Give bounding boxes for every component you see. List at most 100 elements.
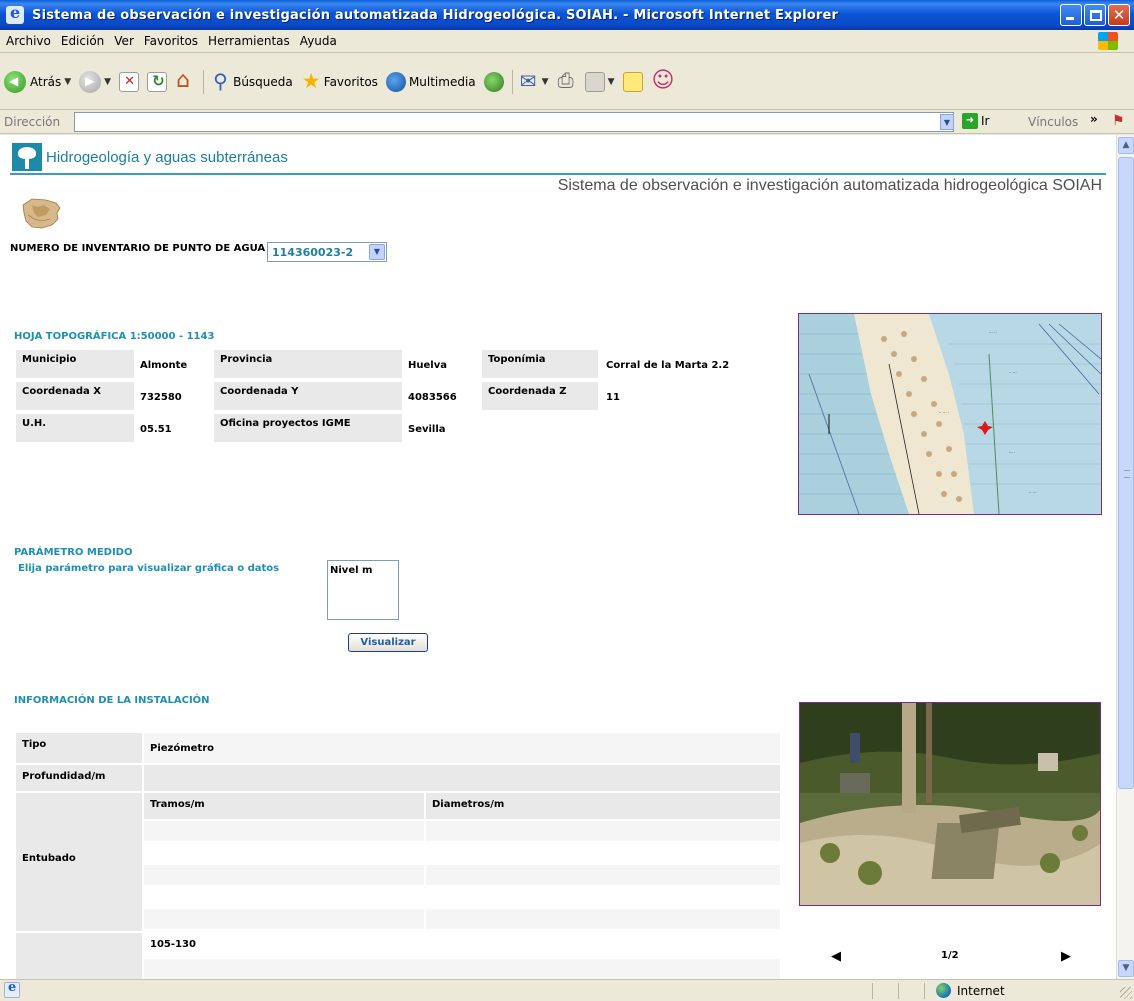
forward-button[interactable]: ▼ [79, 70, 111, 93]
visualize-button[interactable]: Visualizar [348, 633, 428, 652]
menu-favoritos[interactable]: Favoritos [144, 34, 198, 48]
maximize-button[interactable] [1084, 4, 1106, 26]
profundidad-label: Profundidad/m [16, 765, 142, 791]
minimize-icon [1066, 17, 1074, 20]
inventory-value: 114360023-2 [272, 245, 354, 259]
chevron-down-icon[interactable]: ▼ [542, 77, 549, 87]
chevron-right-icon[interactable]: » [1090, 112, 1098, 126]
spain-map-icon [22, 198, 61, 229]
minimize-button[interactable] [1060, 4, 1082, 26]
window-title: Sistema de observación e investigación a… [32, 7, 839, 23]
installation-photo[interactable] [799, 702, 1101, 906]
forward-arrow-icon [79, 70, 102, 93]
chevron-down-icon[interactable]: ▼ [104, 77, 111, 87]
search-icon [210, 69, 230, 93]
note-icon[interactable] [622, 71, 643, 92]
brand-header: Hidrogeología y aguas subterráneas [12, 143, 288, 171]
profundidad-value [144, 765, 780, 791]
tramos-cell [144, 821, 424, 841]
status-bar: Internet [0, 979, 1134, 1001]
close-button[interactable]: ✕ [1108, 4, 1130, 26]
prev-photo-icon[interactable]: ◀ [831, 949, 841, 964]
status-divider [924, 983, 925, 999]
address-bar: Dirección ▼ ➜ Ir Vínculos » ⚑ [0, 110, 1134, 134]
chevron-down-icon[interactable]: ▼ [608, 77, 615, 87]
coord-x-label: Coordenada X [16, 382, 134, 410]
municipio-value: Almonte [140, 360, 188, 371]
menu-herramientas[interactable]: Herramientas [208, 34, 290, 48]
toponimia-value: Corral de la Marta 2.2 [606, 360, 730, 371]
translate-icon[interactable]: ⚑ [1112, 113, 1130, 129]
photo-pager: ◀ 1/2 ▶ [799, 947, 1101, 967]
menu-archivo[interactable]: Archivo [6, 34, 51, 48]
coord-x-value: 732580 [140, 392, 182, 403]
oficina-value: Sevilla [408, 424, 446, 435]
diametros-cell [426, 843, 780, 863]
media-button[interactable]: Multimedia [385, 71, 476, 92]
favorites-label: Favoritos [323, 74, 378, 89]
menu-bar: Archivo Edición Ver Favoritos Herramient… [0, 30, 1134, 53]
coord-y-label: Coordenada Y [214, 382, 402, 410]
page-viewport: Hidrogeología y aguas subterráneas Siste… [0, 135, 1116, 979]
tramos-cell [144, 887, 424, 907]
links-label[interactable]: Vínculos [1028, 115, 1078, 129]
standard-toolbar: Atrás ▼ ▼ Búsqueda Favoritos Multimedia … [0, 54, 1134, 110]
address-input[interactable] [74, 112, 954, 132]
stop-icon[interactable] [119, 71, 140, 92]
photo-counter: 1/2 [941, 950, 959, 961]
back-arrow-icon [4, 70, 26, 93]
topographic-map[interactable]: ··· ·· ·· ··· ·· ··· · ··· · ·· ··· [798, 313, 1102, 515]
edit-button[interactable]: ▼ [584, 71, 615, 92]
refresh-icon[interactable] [147, 71, 168, 92]
security-zone[interactable]: Internet [936, 983, 1005, 998]
toolbar-separator [511, 69, 513, 94]
go-button[interactable]: ➜ Ir [962, 113, 989, 129]
install-title: INFORMACIÓN DE LA INSTALACIÓN [14, 695, 210, 706]
maximize-icon [1090, 10, 1102, 21]
menu-edicion[interactable]: Edición [61, 34, 104, 48]
messenger-icon[interactable] [651, 68, 675, 93]
scroll-thumb[interactable] [1118, 157, 1134, 789]
tipo-label: Tipo [16, 733, 142, 763]
svg-text:·· ···: ·· ··· [1009, 370, 1017, 375]
scroll-up-icon[interactable]: ▲ [1118, 137, 1134, 154]
next-row-value: 105-130 [144, 933, 780, 957]
mail-button[interactable]: ▼ [519, 69, 549, 93]
chevron-down-icon[interactable]: ▼ [369, 244, 385, 260]
scroll-down-icon[interactable]: ▼ [1118, 960, 1134, 977]
search-button[interactable]: Búsqueda [210, 69, 293, 93]
history-icon[interactable] [483, 71, 504, 92]
media-label: Multimedia [408, 74, 476, 89]
coord-z-value: 11 [606, 392, 620, 403]
ie-app-icon[interactable] [6, 3, 24, 24]
status-divider [898, 983, 899, 999]
favorites-button[interactable]: Favoritos [301, 69, 378, 93]
menu-ayuda[interactable]: Ayuda [300, 34, 337, 48]
param-listbox[interactable]: Nivel m [327, 560, 399, 620]
header-divider [10, 173, 1106, 175]
chevron-down-icon[interactable]: ▼ [64, 77, 71, 87]
next-photo-icon[interactable]: ▶ [1061, 949, 1071, 964]
brand-name: Hidrogeología y aguas subterráneas [46, 148, 288, 166]
toolbar-separator [203, 69, 205, 94]
menu-ver[interactable]: Ver [114, 34, 134, 48]
diametros-cell [426, 909, 780, 929]
windows-logo-icon [1098, 32, 1118, 50]
inventory-select[interactable]: 114360023-2 ▼ [267, 242, 387, 262]
address-dropdown-icon[interactable]: ▼ [940, 114, 954, 130]
window-titlebar[interactable]: Sistema de observación e investigación a… [0, 0, 1134, 30]
resize-grip-icon[interactable] [1120, 987, 1132, 999]
diametros-cell [426, 821, 780, 841]
back-button[interactable]: Atrás ▼ [4, 70, 71, 93]
tipo-value: Piezómetro [144, 733, 780, 763]
param-option-nivel[interactable]: Nivel m [328, 561, 398, 580]
toponimia-label: Toponímia [482, 350, 598, 378]
svg-text:··· ·: ··· · [1009, 450, 1015, 455]
home-icon[interactable] [175, 68, 195, 93]
print-icon[interactable] [557, 68, 577, 92]
mail-icon [519, 69, 539, 93]
vertical-scrollbar[interactable]: ▲ ▼ [1116, 135, 1134, 979]
svg-text:·· ··· ·: ·· ··· · [939, 410, 949, 415]
scroll-grip-icon [1124, 470, 1130, 478]
diametros-cell [426, 865, 780, 885]
